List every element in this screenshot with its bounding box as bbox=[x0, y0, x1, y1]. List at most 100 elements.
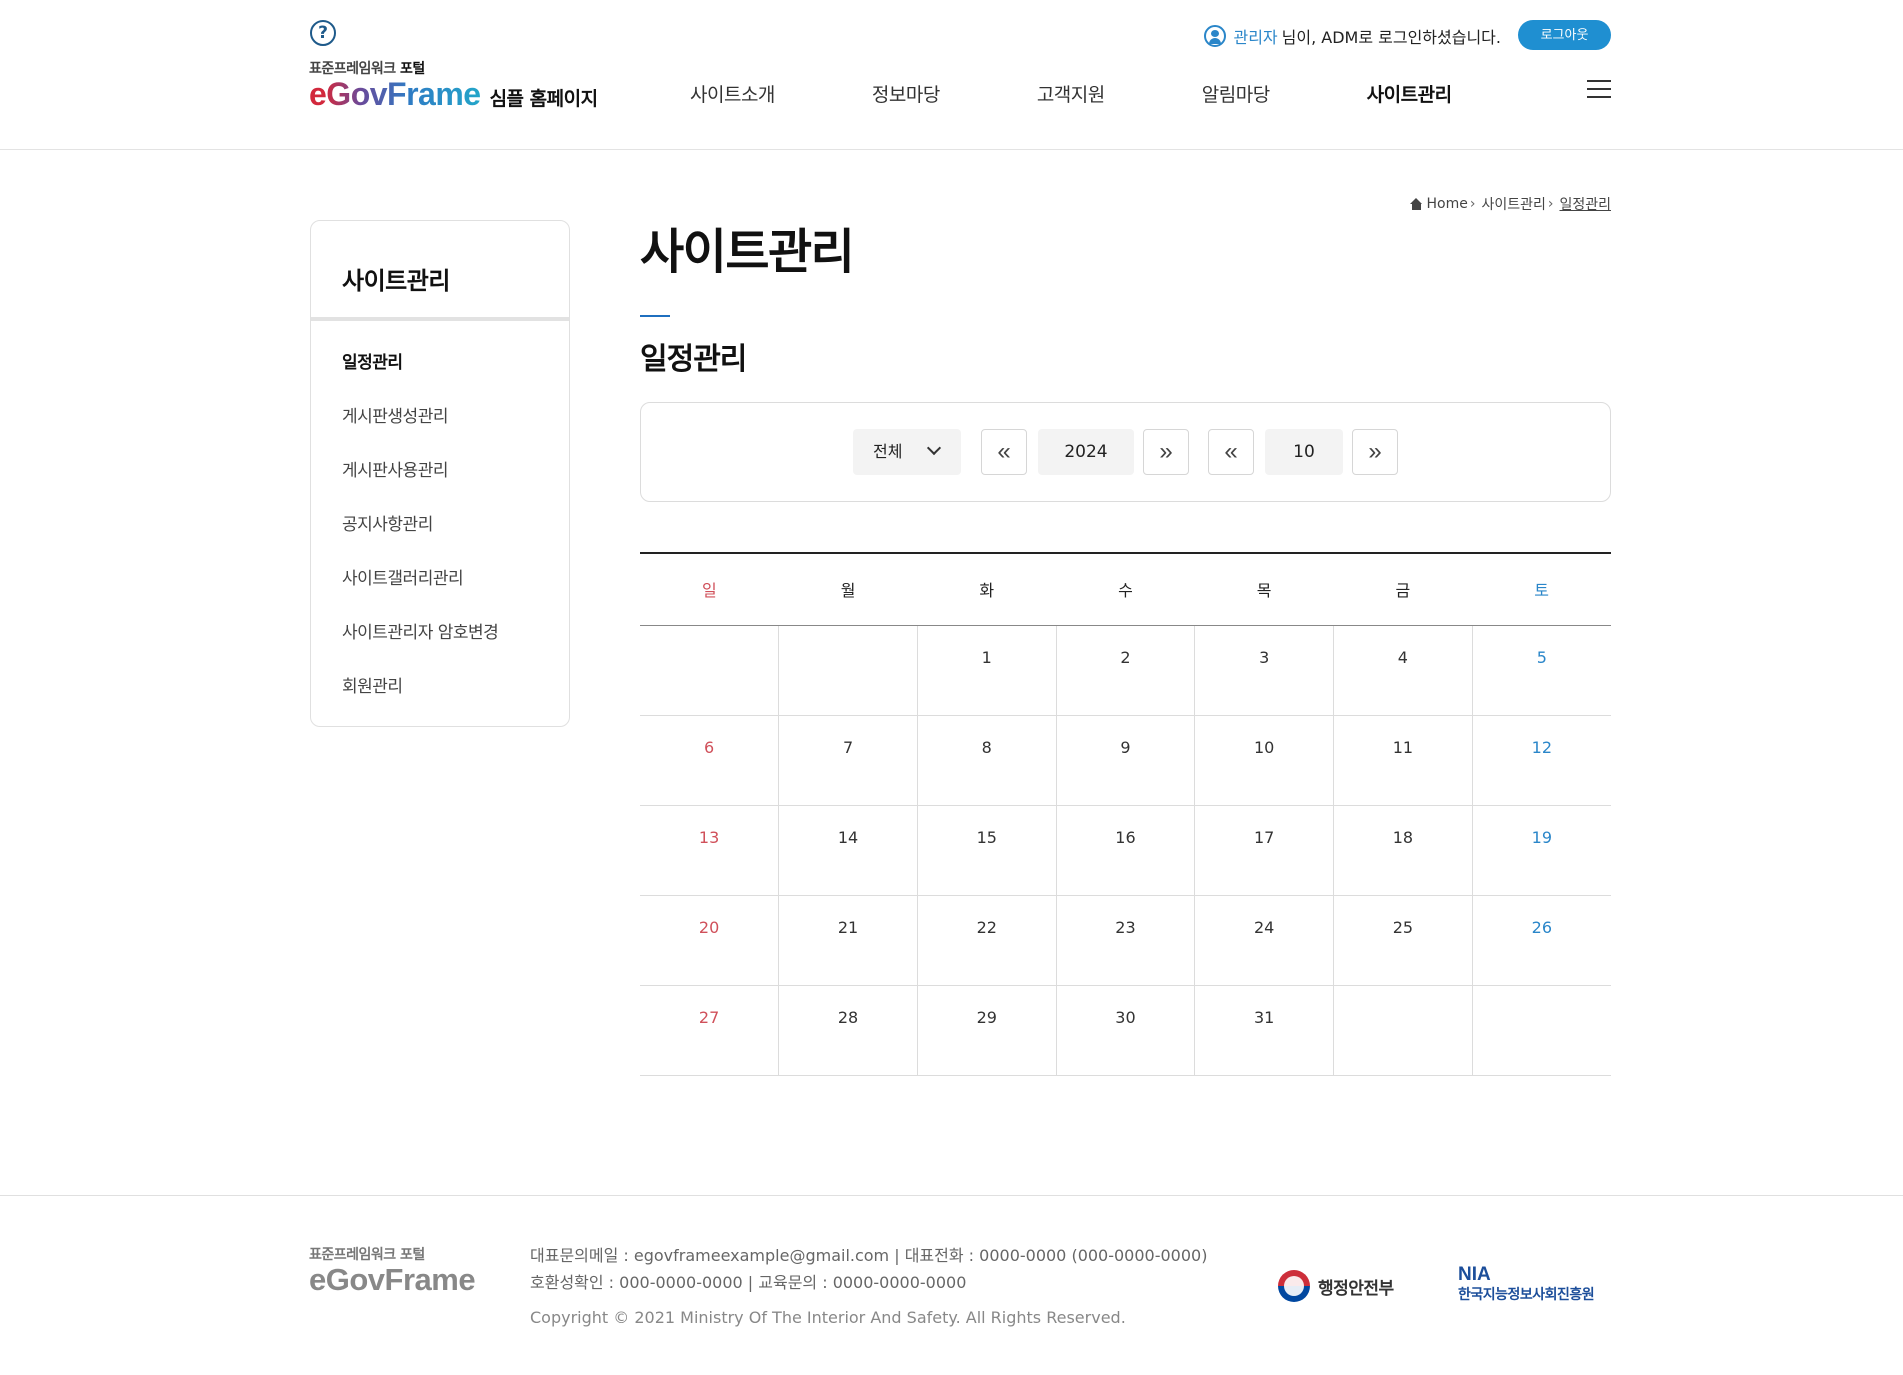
calendar-week-row: 13 14 15 16 17 18 19 bbox=[640, 805, 1611, 896]
weekday-header: 일 bbox=[640, 553, 779, 626]
mois-logo[interactable]: 행정안전부 bbox=[1278, 1270, 1394, 1302]
site-footer: 표준프레임워크 포털 eGovFrame 대표문의메일 : egovframee… bbox=[0, 1195, 1903, 1375]
calendar-empty-cell bbox=[640, 625, 779, 716]
user-status: 관리자 님이, ADM로 로그인하셨습니다. bbox=[1204, 24, 1501, 48]
calendar-day-cell[interactable]: 3 bbox=[1194, 625, 1334, 716]
nia-name: 한국지능정보사회진흥원 bbox=[1458, 1287, 1595, 1303]
calendar-day-cell[interactable]: 20 bbox=[640, 895, 779, 986]
calendar-day-cell[interactable]: 8 bbox=[916, 715, 1057, 806]
sidebar: 사이트관리 일정관리 게시판생성관리 게시판사용관리 공지사항관리 사이트갤러리… bbox=[310, 220, 570, 727]
year-value: 2024 bbox=[1038, 429, 1134, 475]
nav-item-site-intro[interactable]: 사이트소개 bbox=[690, 80, 775, 107]
weekday-header: 수 bbox=[1056, 553, 1195, 626]
logo-subtitle: 표준프레임워크 포털 bbox=[309, 61, 425, 77]
month-value: 10 bbox=[1265, 429, 1343, 475]
calendar-day-cell[interactable]: 19 bbox=[1471, 805, 1611, 896]
footer-contact: 대표문의메일 : egovframeexample@gmail.com | 대표… bbox=[530, 1242, 1207, 1296]
category-select-value: 전체 bbox=[873, 442, 903, 461]
calendar-day-cell[interactable]: 16 bbox=[1055, 805, 1195, 896]
calendar-day-cell[interactable]: 9 bbox=[1055, 715, 1195, 806]
footer-contact-line2: 호환성확인 : 000-0000-0000 | 교육문의 : 0000-0000… bbox=[530, 1273, 967, 1292]
prev-month-button[interactable]: « bbox=[1208, 429, 1254, 475]
category-select[interactable]: 전체 bbox=[853, 429, 961, 475]
calendar-day-cell[interactable]: 5 bbox=[1471, 625, 1611, 716]
footer-logo: 표준프레임워크 포털 eGovFrame bbox=[309, 1244, 476, 1298]
breadcrumb-home[interactable]: Home bbox=[1427, 196, 1468, 212]
sidebar-item-members[interactable]: 회원관리 bbox=[311, 667, 569, 721]
title-divider bbox=[640, 315, 670, 317]
calendar-day-cell[interactable]: 22 bbox=[916, 895, 1057, 986]
calendar-body: 1 2 3 4 5 6 7 8 9 10 11 12 13 14 15 16 17 18 19 20 21 22 23 24 2… bbox=[640, 625, 1611, 1076]
nav-item-site-admin[interactable]: 사이트관리 bbox=[1367, 80, 1452, 107]
site-header: ? 표준프레임워크 포털 eGovFrame 심플 홈페이지 관리자 님이, A… bbox=[0, 0, 1903, 150]
nav-item-info[interactable]: 정보마당 bbox=[872, 80, 940, 107]
calendar-day-cell[interactable]: 24 bbox=[1194, 895, 1334, 986]
weekday-header: 화 bbox=[917, 553, 1057, 626]
sidebar-item-notice[interactable]: 공지사항관리 bbox=[311, 505, 569, 559]
calendar-day-cell[interactable]: 25 bbox=[1333, 895, 1473, 986]
calendar-week-row: 6 7 8 9 10 11 12 bbox=[640, 715, 1611, 806]
nav-item-notice[interactable]: 알림마당 bbox=[1202, 80, 1270, 107]
calendar-day-cell[interactable]: 28 bbox=[778, 985, 918, 1076]
footer-copyright: Copyright © 2021 Ministry Of The Interio… bbox=[530, 1308, 1126, 1327]
calendar-day-cell[interactable]: 1 bbox=[916, 625, 1057, 716]
user-name: 관리자 bbox=[1233, 28, 1278, 47]
page-title: 사이트관리 bbox=[640, 224, 855, 280]
calendar-day-cell[interactable]: 11 bbox=[1333, 715, 1473, 806]
logout-button[interactable]: 로그아웃 bbox=[1518, 20, 1611, 50]
calendar-day-cell[interactable]: 21 bbox=[778, 895, 918, 986]
calendar-day-cell[interactable]: 23 bbox=[1055, 895, 1195, 986]
calendar-day-cell[interactable]: 17 bbox=[1194, 805, 1334, 896]
sidebar-item-board-create[interactable]: 게시판생성관리 bbox=[311, 397, 569, 451]
calendar-day-cell[interactable]: 7 bbox=[778, 715, 918, 806]
breadcrumb-level1[interactable]: 사이트관리 bbox=[1481, 194, 1545, 214]
calendar-day-cell[interactable]: 6 bbox=[640, 715, 779, 806]
help-icon[interactable]: ? bbox=[310, 20, 336, 46]
weekday-header: 금 bbox=[1333, 553, 1473, 626]
sidebar-item-board-use[interactable]: 게시판사용관리 bbox=[311, 451, 569, 505]
calendar-day-cell[interactable]: 31 bbox=[1194, 985, 1334, 1076]
calendar-day-cell[interactable]: 26 bbox=[1471, 895, 1611, 986]
calendar-empty-cell bbox=[1471, 985, 1611, 1076]
footer-contact-line1: 대표문의메일 : egovframeexample@gmail.com | 대표… bbox=[530, 1246, 1208, 1265]
calendar-week-row: 27 28 29 30 31 bbox=[640, 985, 1611, 1076]
login-status-text: 님이, ADM로 로그인하셨습니다. bbox=[1281, 28, 1501, 47]
calendar-day-cell[interactable]: 13 bbox=[640, 805, 779, 896]
calendar-day-cell[interactable]: 4 bbox=[1333, 625, 1473, 716]
chevron-down-icon bbox=[926, 440, 942, 456]
sidebar-item-schedule[interactable]: 일정관리 bbox=[311, 343, 569, 397]
weekday-header: 토 bbox=[1472, 553, 1611, 626]
calendar-day-cell[interactable]: 18 bbox=[1333, 805, 1473, 896]
prev-year-button[interactable]: « bbox=[981, 429, 1027, 475]
calendar-filter-bar: 전체 « 2024 » « 10 » bbox=[640, 402, 1611, 502]
sidebar-menu: 일정관리 게시판생성관리 게시판사용관리 공지사항관리 사이트갤러리관리 사이트… bbox=[311, 321, 569, 721]
calendar-empty-cell bbox=[778, 625, 918, 716]
logo-wordmark: eGovFrame bbox=[309, 76, 481, 112]
main-nav: 사이트소개 정보마당 고객지원 알림마당 사이트관리 bbox=[690, 80, 1549, 107]
next-month-button[interactable]: » bbox=[1352, 429, 1398, 475]
calendar-day-cell[interactable]: 12 bbox=[1471, 715, 1611, 806]
weekday-header: 목 bbox=[1194, 553, 1334, 626]
chevron-right-icon: › bbox=[1469, 196, 1476, 212]
section-title: 일정관리 bbox=[640, 342, 747, 377]
calendar-day-cell[interactable]: 30 bbox=[1055, 985, 1195, 1076]
breadcrumb-current[interactable]: 일정관리 bbox=[1559, 194, 1611, 214]
menu-icon[interactable] bbox=[1587, 80, 1611, 100]
footer-logo-subtitle: 표준프레임워크 포털 bbox=[309, 1247, 425, 1263]
nia-logo[interactable]: NIA 한국지능정보사회진흥원 bbox=[1458, 1264, 1595, 1304]
sidebar-item-gallery[interactable]: 사이트갤러리관리 bbox=[311, 559, 569, 613]
sidebar-item-password[interactable]: 사이트관리자 암호변경 bbox=[311, 613, 569, 667]
next-year-button[interactable]: » bbox=[1143, 429, 1189, 475]
calendar-day-cell[interactable]: 27 bbox=[640, 985, 779, 1076]
calendar-day-cell[interactable]: 10 bbox=[1194, 715, 1334, 806]
nav-item-support[interactable]: 고객지원 bbox=[1037, 80, 1105, 107]
site-logo[interactable]: 표준프레임워크 포털 eGovFrame 심플 홈페이지 bbox=[309, 58, 598, 113]
calendar-day-cell[interactable]: 14 bbox=[778, 805, 918, 896]
chevron-right-icon: › bbox=[1547, 196, 1554, 212]
taegeuk-icon bbox=[1278, 1270, 1310, 1302]
weekday-header-row: 일월화수목금토 bbox=[640, 553, 1611, 626]
calendar-day-cell[interactable]: 2 bbox=[1055, 625, 1195, 716]
calendar-day-cell[interactable]: 29 bbox=[916, 985, 1057, 1076]
calendar-week-row: 12345 bbox=[640, 625, 1611, 716]
calendar-day-cell[interactable]: 15 bbox=[916, 805, 1057, 896]
